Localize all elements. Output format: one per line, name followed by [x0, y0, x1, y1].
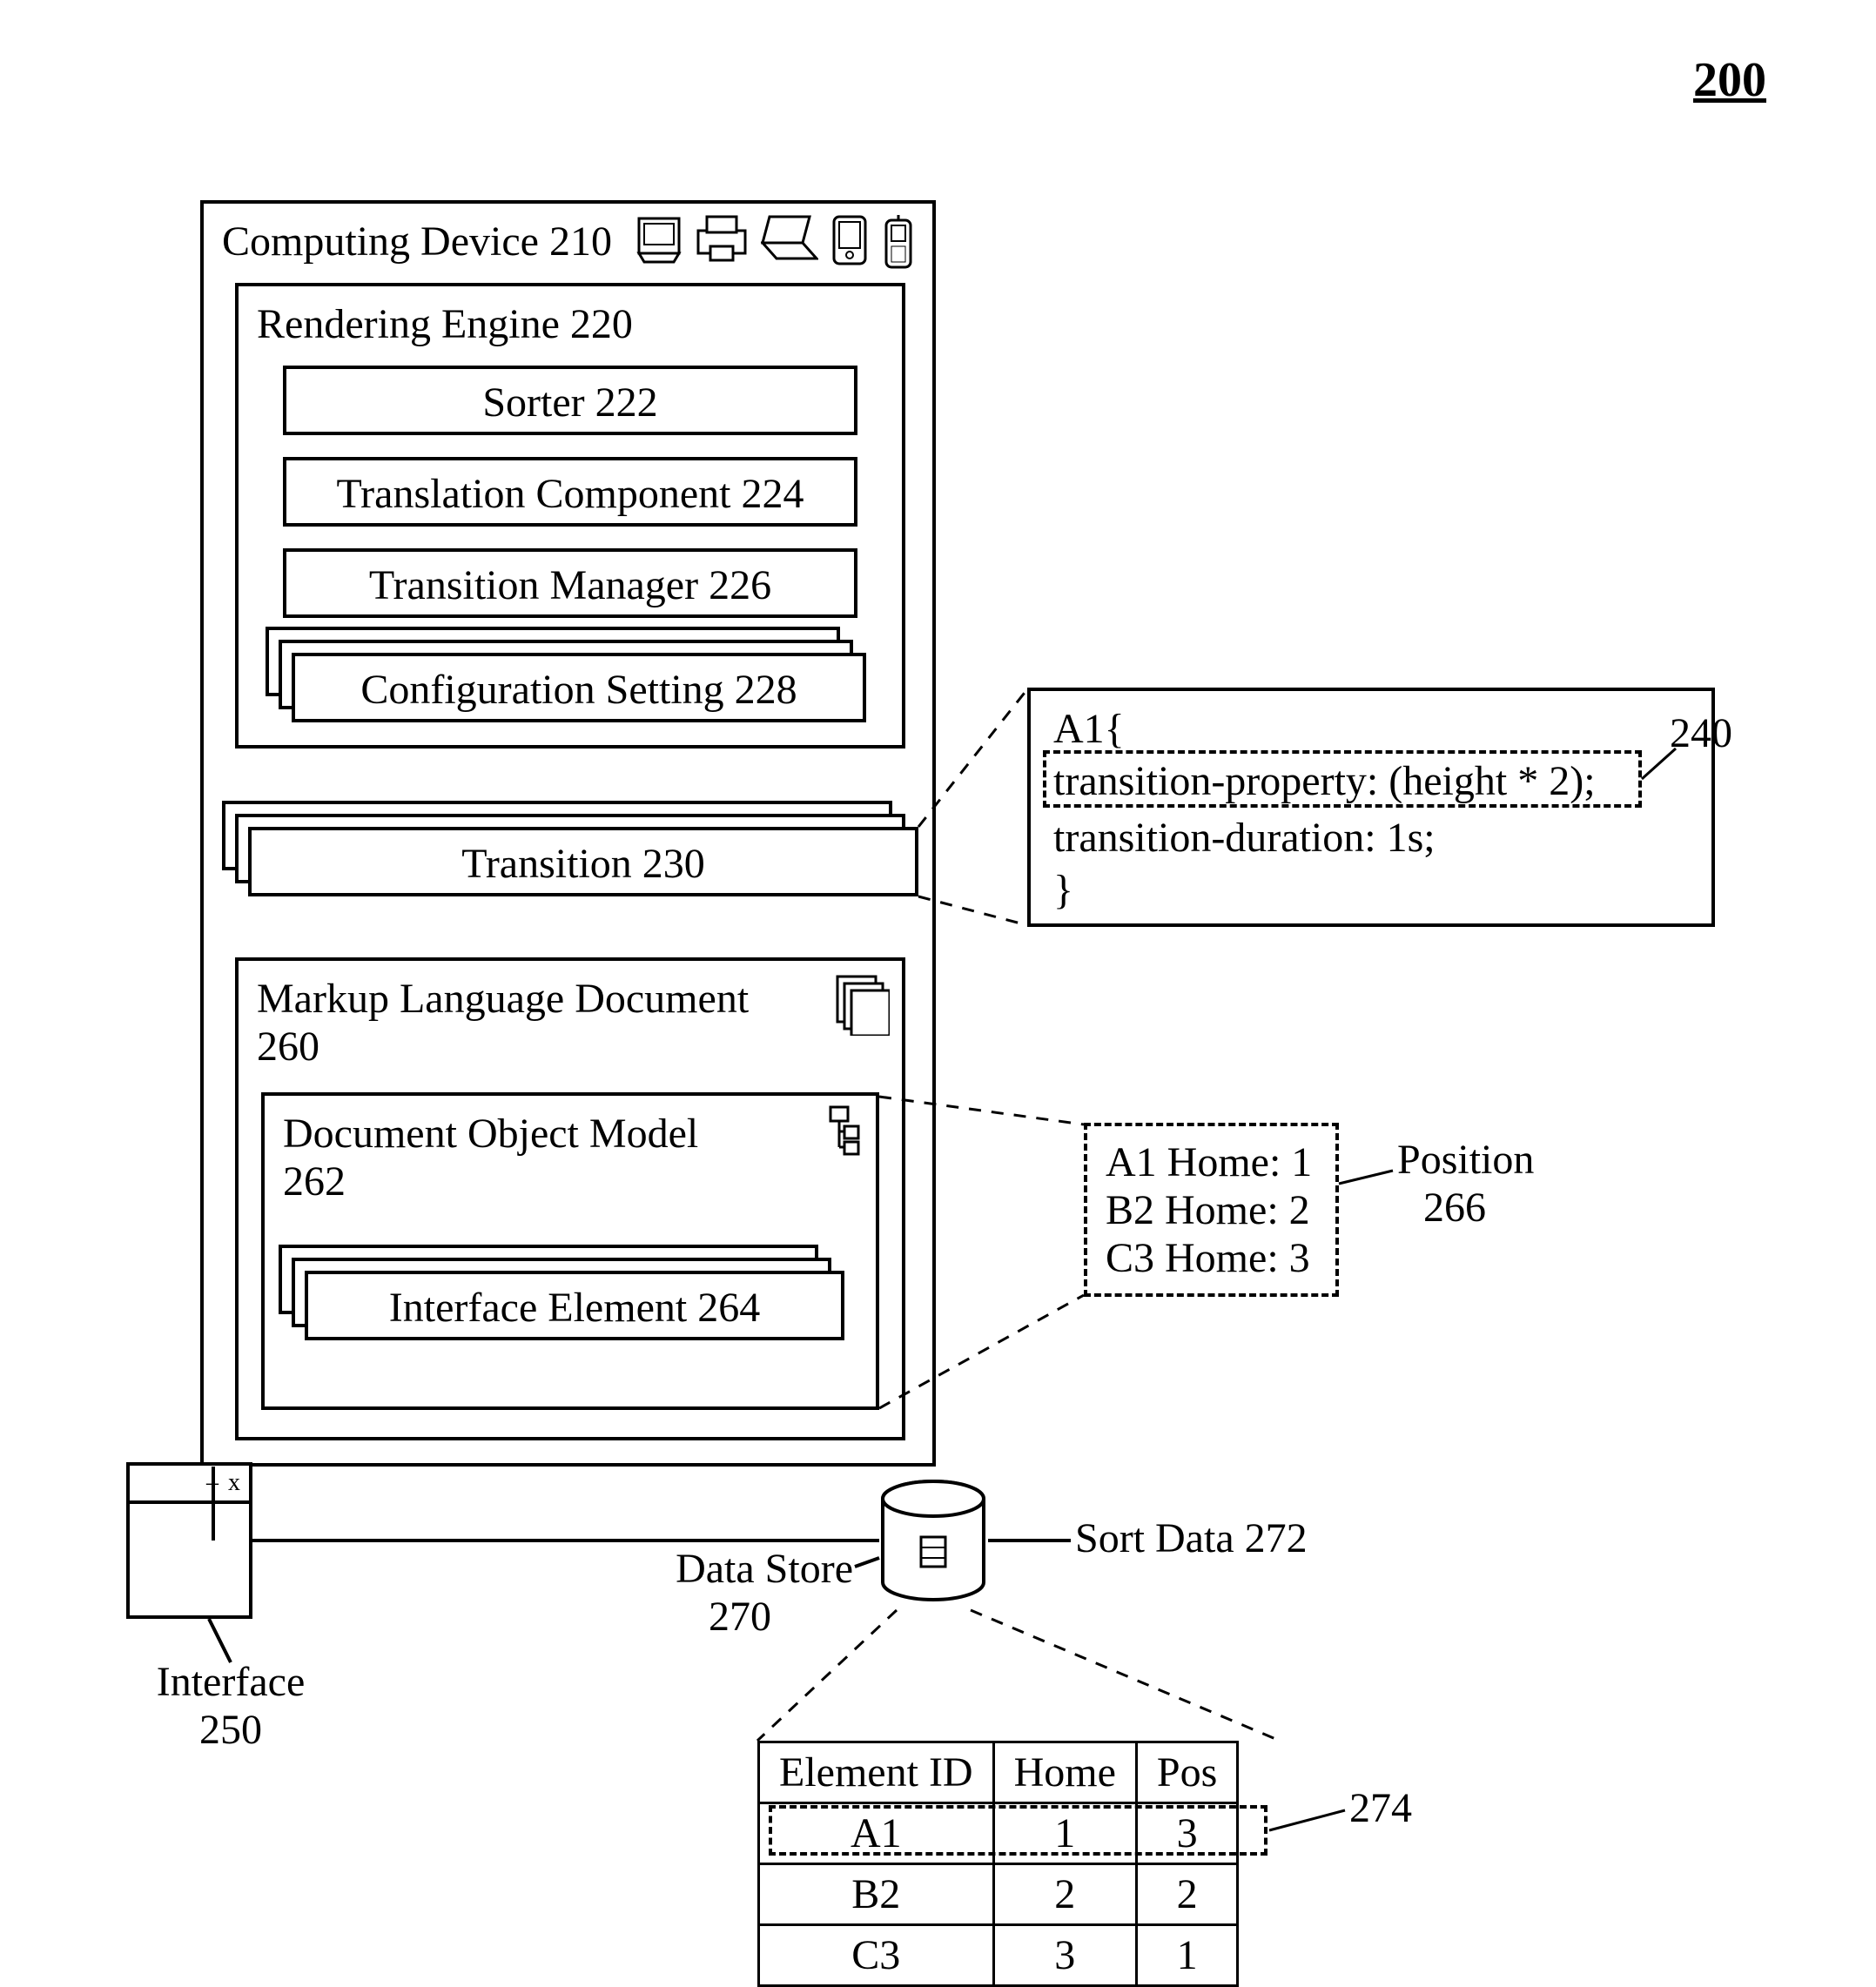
interface-titlebar: – x [130, 1466, 249, 1504]
desktop-icon [635, 213, 682, 264]
code-line-1: A1{ [1053, 705, 1125, 753]
position-label-2: 266 [1423, 1184, 1486, 1232]
code-ref-240: 240 [1670, 709, 1732, 757]
markup-document-title-1: Markup Language Document [257, 975, 749, 1023]
position-row-1: B2 Home: 2 [1106, 1186, 1310, 1234]
laptop-icon [761, 213, 818, 264]
position-label-1: Position [1397, 1136, 1534, 1184]
document-stack-icon [834, 973, 890, 1040]
sort-table-header-row: Element ID Home Pos [759, 1742, 1238, 1803]
sort-table-row-2: C3 3 1 [759, 1925, 1238, 1986]
sort-table-header-0: Element ID [759, 1742, 994, 1803]
interface-label-1: Interface [144, 1658, 318, 1706]
transition-manager-label: Transition Manager 226 [283, 561, 857, 609]
computing-device-title: Computing Device 210 [222, 218, 612, 265]
interface-label-2: 250 [144, 1706, 318, 1754]
transition-label: Transition 230 [248, 840, 918, 888]
sort-table-row-highlight [769, 1805, 1267, 1856]
sort-table-header-1: Home [993, 1742, 1136, 1803]
code-line-3: transition-duration: 1s; [1053, 814, 1436, 862]
pda-icon [830, 213, 869, 267]
sort-table-row-1: B2 2 2 [759, 1864, 1238, 1925]
figure-number: 200 [1693, 52, 1766, 108]
translation-component-label: Translation Component 224 [283, 470, 857, 518]
tree-icon [818, 1105, 862, 1169]
rendering-engine-title: Rendering Engine 220 [257, 300, 633, 348]
position-row-0: A1 Home: 1 [1106, 1138, 1312, 1186]
data-store-icon [879, 1480, 988, 1614]
printer-icon [695, 213, 749, 264]
markup-document-title-2: 260 [257, 1023, 319, 1071]
code-line-4: } [1053, 866, 1073, 914]
sort-data-label: Sort Data 272 [1075, 1514, 1308, 1562]
sort-table-row-ref: 274 [1349, 1784, 1412, 1832]
dom-title-2: 262 [283, 1158, 346, 1205]
phone-icon [881, 213, 916, 271]
sort-table-header-2: Pos [1136, 1742, 1237, 1803]
sort-table: Element ID Home Pos A1 1 3 B2 2 2 C3 3 1 [757, 1741, 1239, 1987]
dom-title-1: Document Object Model [283, 1110, 698, 1158]
config-setting-label: Configuration Setting 228 [292, 666, 866, 714]
data-store-label-2: 270 [627, 1593, 853, 1641]
position-row-2: C3 Home: 3 [1106, 1234, 1310, 1282]
data-store-label-1: Data Store [627, 1545, 853, 1593]
device-icons-row [635, 213, 916, 271]
interface-window: – x [126, 1462, 252, 1619]
sorter-label: Sorter 222 [283, 379, 857, 426]
code-highlight-240 [1043, 750, 1642, 808]
interface-element-label: Interface Element 264 [305, 1284, 844, 1332]
